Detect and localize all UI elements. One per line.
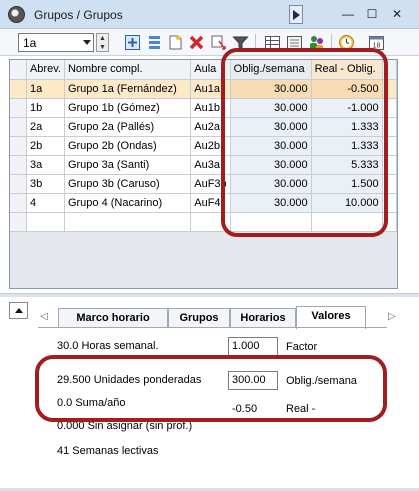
cell-nombre[interactable]: Grupo 1a (Fernández) (64, 79, 192, 99)
cell-abrev[interactable]: 1b (26, 98, 65, 118)
cell-nombre[interactable]: Grupo 1b (Gómez) (64, 98, 192, 118)
tab-grupos[interactable]: Grupos (168, 308, 230, 328)
row-header[interactable] (10, 193, 27, 213)
cell-nombre[interactable]: Grupo 2b (Ondas) (64, 136, 192, 156)
semanas-label: 41 Semanas lectivas (57, 445, 159, 457)
list-icon[interactable] (146, 34, 163, 51)
delete-icon[interactable] (188, 34, 205, 51)
cell-nombre[interactable]: Grupo 4 (Nacarino) (64, 193, 192, 213)
tab-valores[interactable]: Valores (296, 306, 366, 329)
highlight-annotation-table (221, 48, 388, 237)
factor-label: Factor (286, 341, 318, 353)
tab-scroll-left-icon[interactable]: ◁ (40, 311, 48, 322)
minimize-button[interactable]: — (339, 6, 357, 22)
title-bar: Grupos / Grupos — ☐ ✕ (0, 0, 419, 29)
cell-empty[interactable] (26, 212, 65, 232)
cell-abrev[interactable]: 3b (26, 174, 65, 194)
column-header-nombre[interactable]: Nombre compl. (64, 60, 192, 80)
chevron-down-icon[interactable] (83, 40, 91, 45)
spin-down-icon[interactable]: ▼ (97, 43, 108, 52)
new-icon[interactable] (167, 34, 184, 51)
row-header[interactable] (10, 117, 27, 137)
tab-divider (38, 327, 387, 328)
sort-icon[interactable] (210, 34, 227, 51)
row-header[interactable] (10, 98, 27, 118)
row-header-corner (10, 60, 27, 80)
cell-nombre[interactable]: Grupo 2a (Pallés) (64, 117, 192, 137)
tab-horarios[interactable]: Horarios (230, 308, 296, 328)
panel-splitter[interactable] (0, 293, 419, 297)
cell-abrev[interactable]: 3a (26, 155, 65, 175)
row-header[interactable] (10, 174, 27, 194)
spin-up-icon[interactable]: ▲ (97, 34, 108, 43)
factor-field[interactable]: 1.000 (228, 337, 278, 356)
cell-nombre[interactable]: Grupo 3b (Caruso) (64, 174, 192, 194)
column-header-abrev[interactable]: Abrev. (26, 60, 65, 80)
highlight-annotation-values (35, 355, 387, 422)
close-button[interactable]: ✕ (388, 6, 406, 22)
cell-abrev[interactable]: 2a (26, 117, 65, 137)
add-row-icon[interactable] (124, 34, 141, 51)
collapse-panel-button[interactable] (9, 302, 28, 319)
cell-abrev[interactable]: 2b (26, 136, 65, 156)
row-header[interactable] (10, 136, 27, 156)
group-selector[interactable]: 1a (18, 33, 94, 52)
tab-marco-horario[interactable]: Marco horario (58, 308, 168, 328)
cell-empty[interactable] (64, 212, 192, 232)
group-selector-value: 1a (23, 36, 37, 50)
row-header[interactable] (10, 155, 27, 175)
spin-buttons[interactable]: ▲ ▼ (96, 33, 109, 52)
pin-icon[interactable] (289, 5, 303, 24)
window-title: Grupos / Grupos (34, 8, 123, 22)
app-logo-icon[interactable] (8, 6, 25, 23)
cell-abrev[interactable]: 1a (26, 79, 65, 99)
cell-nombre[interactable]: Grupo 3a (Santi) (64, 155, 192, 175)
tab-bar: ◁ Marco horario Grupos Horarios Valores … (38, 306, 400, 329)
row-header[interactable] (10, 79, 27, 99)
row-header[interactable] (10, 212, 27, 232)
tab-scroll-right-icon[interactable]: ▷ (388, 311, 396, 322)
cell-abrev[interactable]: 4 (26, 193, 65, 213)
horas-semanal-label: 30.0 Horas semanal. (57, 340, 159, 352)
maximize-button[interactable]: ☐ (363, 6, 381, 22)
